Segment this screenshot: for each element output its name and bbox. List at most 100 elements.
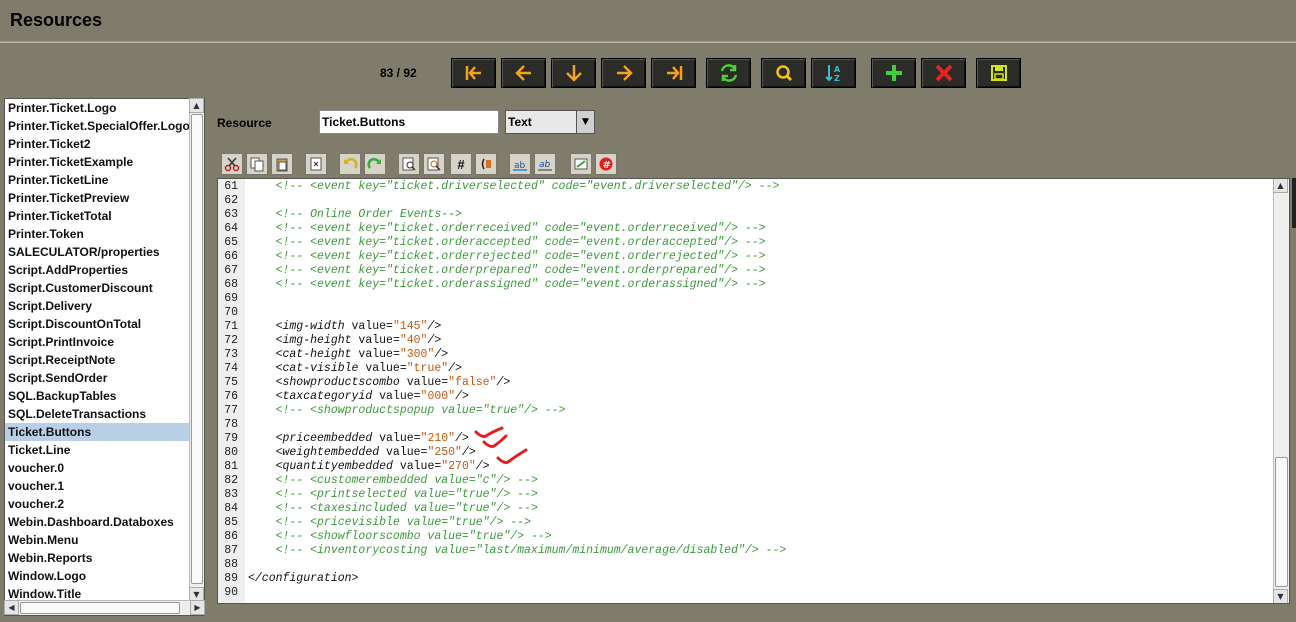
no-hash-button[interactable]: # bbox=[595, 153, 617, 175]
list-item[interactable]: Webin.Menu bbox=[5, 531, 190, 549]
list-item[interactable]: Script.CustomerDiscount bbox=[5, 279, 190, 297]
delete-text-button[interactable] bbox=[305, 153, 327, 175]
spell-text-button[interactable]: ab bbox=[534, 153, 556, 175]
down-record-button[interactable] bbox=[551, 58, 596, 88]
list-item[interactable]: Ticket.Buttons bbox=[5, 423, 190, 441]
list-item[interactable]: Printer.TicketExample bbox=[5, 153, 190, 171]
list-item[interactable]: Printer.Ticket2 bbox=[5, 135, 190, 153]
save-button[interactable] bbox=[976, 58, 1021, 88]
next-record-button[interactable] bbox=[601, 58, 646, 88]
list-item[interactable]: SQL.DeleteTransactions bbox=[5, 405, 190, 423]
list-item[interactable]: Window.Title bbox=[5, 585, 190, 601]
list-item[interactable]: Printer.TicketPreview bbox=[5, 189, 190, 207]
code-line[interactable]: 62 bbox=[218, 194, 1273, 208]
code-area[interactable]: 61 <!-- <event key="ticket.driverselecte… bbox=[218, 180, 1273, 600]
first-record-button[interactable] bbox=[451, 58, 496, 88]
redo-button[interactable] bbox=[364, 153, 386, 175]
spell-button[interactable]: ab bbox=[509, 153, 531, 175]
code-line[interactable]: 84 <!-- <taxesincluded value="true"/> --… bbox=[218, 502, 1273, 516]
list-item[interactable]: voucher.2 bbox=[5, 495, 190, 513]
code-line[interactable]: 68 <!-- <event key="ticket.orderassigned… bbox=[218, 278, 1273, 292]
code-editor[interactable]: 61 <!-- <event key="ticket.driverselecte… bbox=[217, 178, 1290, 604]
copy-button[interactable] bbox=[246, 153, 268, 175]
list-hscroll-thumb[interactable] bbox=[20, 602, 180, 614]
list-item[interactable]: voucher.0 bbox=[5, 459, 190, 477]
editor-scroll-thumb[interactable] bbox=[1275, 457, 1288, 587]
editor-scroll-up-icon[interactable]: ▲ bbox=[1273, 179, 1288, 193]
list-horizontal-scrollbar[interactable]: ◀ ▶ bbox=[4, 600, 205, 615]
code-line[interactable]: 69 bbox=[218, 292, 1273, 306]
chevron-down-icon[interactable]: ▼ bbox=[576, 111, 594, 133]
code-line[interactable]: 77 <!-- <showproductspopup value="true"/… bbox=[218, 404, 1273, 418]
list-item[interactable]: Webin.Dashboard.Databoxes bbox=[5, 513, 190, 531]
paste-button[interactable] bbox=[271, 153, 293, 175]
list-item[interactable]: Printer.TicketLine bbox=[5, 171, 190, 189]
scroll-right-icon[interactable]: ▶ bbox=[190, 600, 205, 615]
list-item[interactable]: Script.PrintInvoice bbox=[5, 333, 190, 351]
resource-name-field[interactable]: Ticket.Buttons bbox=[319, 110, 499, 134]
replace-button[interactable] bbox=[423, 153, 445, 175]
last-record-button[interactable] bbox=[651, 58, 696, 88]
code-line[interactable]: 61 <!-- <event key="ticket.driverselecte… bbox=[218, 180, 1273, 194]
list-item[interactable]: Printer.Ticket.Logo bbox=[5, 99, 190, 117]
list-scroll-thumb[interactable] bbox=[191, 114, 203, 584]
code-line[interactable]: 87 <!-- <inventorycosting value="last/ma… bbox=[218, 544, 1273, 558]
list-item[interactable]: voucher.1 bbox=[5, 477, 190, 495]
line-number-icon[interactable]: # bbox=[450, 153, 472, 175]
list-item[interactable]: Printer.TicketTotal bbox=[5, 207, 190, 225]
code-line[interactable]: 80 <weightembedded value="250"/> bbox=[218, 446, 1273, 460]
code-line[interactable]: 70 bbox=[218, 306, 1273, 320]
list-item[interactable]: Script.ReceiptNote bbox=[5, 351, 190, 369]
code-line[interactable]: 78 bbox=[218, 418, 1273, 432]
list-item[interactable]: Script.AddProperties bbox=[5, 261, 190, 279]
code-line[interactable]: 67 <!-- <event key="ticket.orderprepared… bbox=[218, 264, 1273, 278]
code-line[interactable]: 89 </configuration> bbox=[218, 572, 1273, 586]
undo-button[interactable] bbox=[339, 153, 361, 175]
list-item[interactable]: Script.Delivery bbox=[5, 297, 190, 315]
delete-record-button[interactable] bbox=[921, 58, 966, 88]
editor-scroll-down-icon[interactable]: ▼ bbox=[1273, 589, 1288, 603]
editor-vertical-scrollbar[interactable]: ▲ ▼ bbox=[1273, 179, 1289, 603]
list-item[interactable]: SALECULATOR/properties bbox=[5, 243, 190, 261]
previous-record-button[interactable] bbox=[501, 58, 546, 88]
code-line[interactable]: 88 bbox=[218, 558, 1273, 572]
scroll-up-icon[interactable]: ▲ bbox=[189, 98, 204, 113]
list-item[interactable]: Ticket.Line bbox=[5, 441, 190, 459]
code-line[interactable]: 90 bbox=[218, 586, 1273, 600]
code-line[interactable]: 64 <!-- <event key="ticket.orderreceived… bbox=[218, 222, 1273, 236]
code-line[interactable]: 79 <priceembedded value="210"/> bbox=[218, 432, 1273, 446]
code-line[interactable]: 72 <img-height value="40"/> bbox=[218, 334, 1273, 348]
code-line[interactable]: 86 <!-- <showfloorscombo value="true"/> … bbox=[218, 530, 1273, 544]
code-line[interactable]: 65 <!-- <event key="ticket.orderaccepted… bbox=[218, 236, 1273, 250]
code-line[interactable]: 66 <!-- <event key="ticket.orderrejected… bbox=[218, 250, 1273, 264]
sort-button[interactable]: AZ bbox=[811, 58, 856, 88]
code-line[interactable]: 71 <img-width value="145"/> bbox=[218, 320, 1273, 334]
list-item[interactable]: Script.DiscountOnTotal bbox=[5, 315, 190, 333]
list-item[interactable]: Script.SendOrder bbox=[5, 369, 190, 387]
code-line[interactable]: 74 <cat-visible value="true"/> bbox=[218, 362, 1273, 376]
code-line[interactable]: 63 <!-- Online Order Events--> bbox=[218, 208, 1273, 222]
scroll-left-icon[interactable]: ◀ bbox=[4, 600, 19, 615]
type-select[interactable]: Text ▼ bbox=[505, 110, 595, 134]
code-line[interactable]: 81 <quantityembedded value="270"/> bbox=[218, 460, 1273, 474]
code-line[interactable]: 76 <taxcategoryid value="000"/> bbox=[218, 390, 1273, 404]
list-vertical-scrollbar[interactable]: ▲ ▼ bbox=[189, 98, 204, 602]
code-line[interactable]: 73 <cat-height value="300"/> bbox=[218, 348, 1273, 362]
search-button[interactable] bbox=[761, 58, 806, 88]
code-line[interactable]: 75 <showproductscombo value="false"/> bbox=[218, 376, 1273, 390]
list-item[interactable]: Printer.Token bbox=[5, 225, 190, 243]
bracket-button[interactable] bbox=[475, 153, 497, 175]
reload-button[interactable] bbox=[706, 58, 751, 88]
list-item[interactable]: Webin.Reports bbox=[5, 549, 190, 567]
new-record-button[interactable] bbox=[871, 58, 916, 88]
edit-button[interactable] bbox=[570, 153, 592, 175]
find-button[interactable] bbox=[398, 153, 420, 175]
cut-button[interactable] bbox=[221, 153, 243, 175]
code-line[interactable]: 82 <!-- <customerembedded value="c"/> --… bbox=[218, 474, 1273, 488]
list-item[interactable]: Printer.Ticket.SpecialOffer.Logo bbox=[5, 117, 190, 135]
resource-list[interactable]: Printer.Ticket.Logo Printer.Ticket.Specia… bbox=[4, 98, 205, 616]
list-item[interactable]: SQL.BackupTables bbox=[5, 387, 190, 405]
code-line[interactable]: 83 <!-- <printselected value="true"/> --… bbox=[218, 488, 1273, 502]
list-item[interactable]: Window.Logo bbox=[5, 567, 190, 585]
code-line[interactable]: 85 <!-- <pricevisible value="true"/> --> bbox=[218, 516, 1273, 530]
